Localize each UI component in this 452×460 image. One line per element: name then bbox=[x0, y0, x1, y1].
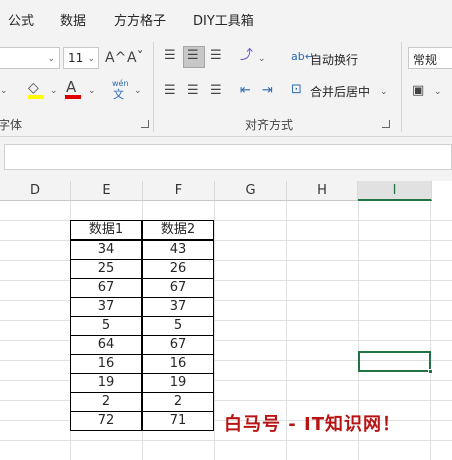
table-cell[interactable]: 67 bbox=[142, 335, 214, 355]
chevron-down-icon[interactable]: ⌄ bbox=[0, 86, 8, 96]
fill-color-icon[interactable]: ◇ bbox=[28, 80, 39, 96]
table-cell[interactable]: 19 bbox=[70, 373, 142, 393]
decrease-indent-icon[interactable]: ⇤ bbox=[240, 83, 251, 99]
bottom-align-icon[interactable]: ☰ bbox=[210, 48, 222, 64]
table-cell[interactable]: 72 bbox=[70, 411, 142, 431]
tab-formulas[interactable]: 公式 bbox=[8, 10, 34, 29]
increase-indent-icon[interactable]: ⇥ bbox=[262, 83, 273, 99]
table-cell[interactable]: 2 bbox=[70, 392, 142, 412]
table-cell[interactable]: 26 bbox=[142, 259, 214, 279]
table-cell[interactable]: 43 bbox=[142, 240, 214, 260]
table-cell[interactable]: 37 bbox=[142, 297, 214, 317]
orientation-icon[interactable]: ⤴ bbox=[240, 48, 253, 64]
chevron-down-icon[interactable]: ⌄ bbox=[434, 87, 442, 97]
font-group-label: 字体 bbox=[0, 118, 23, 132]
table-header-cell[interactable]: 数据1 bbox=[70, 220, 142, 240]
number-format-box[interactable]: 常规 bbox=[408, 47, 452, 69]
middle-align-icon[interactable]: ☰ bbox=[187, 48, 199, 64]
table-cell[interactable]: 5 bbox=[142, 316, 214, 336]
active-cell-selection[interactable] bbox=[358, 351, 431, 372]
center-align-icon[interactable]: ☰ bbox=[187, 83, 199, 99]
wrap-text-button[interactable]: 自动换行 bbox=[310, 51, 358, 68]
left-align-icon[interactable]: ☰ bbox=[164, 83, 176, 99]
formula-bar-input[interactable] bbox=[4, 144, 452, 170]
table-cell[interactable]: 67 bbox=[70, 278, 142, 298]
watermark-text: 白马号 - IT知识网！ bbox=[224, 414, 401, 435]
table-cell[interactable]: 71 bbox=[142, 411, 214, 431]
column-header-i[interactable]: I bbox=[358, 181, 432, 201]
tab-fangfang[interactable]: 方方格子 bbox=[114, 10, 166, 29]
merge-center-icon[interactable]: ⊡ bbox=[291, 82, 302, 98]
excel-window: 公式 数据 方方格子 DIY工具箱 ⌄ 11 ⌄ A^ Aˇ ⌄ ◇ ⌄ A ⌄… bbox=[0, 0, 452, 460]
fill-color-swatch bbox=[28, 95, 44, 99]
fill-handle[interactable] bbox=[428, 369, 433, 374]
chevron-down-icon: ⌄ bbox=[87, 54, 95, 64]
table-cell[interactable]: 2 bbox=[142, 392, 214, 412]
table-cell[interactable]: 25 bbox=[70, 259, 142, 279]
chevron-down-icon: ⌄ bbox=[47, 54, 55, 64]
font-color-swatch bbox=[65, 95, 81, 99]
table-cell[interactable]: 19 bbox=[142, 373, 214, 393]
grow-font-icon[interactable]: A^ bbox=[105, 50, 126, 66]
font-size-value: 11 bbox=[68, 51, 84, 65]
currency-format-icon[interactable]: ▣ bbox=[412, 83, 424, 99]
font-name-box[interactable]: ⌄ bbox=[0, 47, 60, 69]
tab-diy-toolbox[interactable]: DIY工具箱 bbox=[193, 10, 254, 29]
table-cell[interactable]: 16 bbox=[70, 354, 142, 374]
chevron-down-icon[interactable]: ⌄ bbox=[258, 54, 266, 64]
ribbon: ⌄ 11 ⌄ A^ Aˇ ⌄ ◇ ⌄ A ⌄ wén 文 ⌄ 字体 ☰ ☰ ☰ … bbox=[0, 36, 452, 136]
number-format-value: 常规 bbox=[413, 53, 438, 67]
chevron-down-icon[interactable]: ⌄ bbox=[88, 86, 96, 96]
phonetic-bottom[interactable]: 文 bbox=[113, 87, 124, 103]
group-divider bbox=[401, 42, 402, 132]
table-cell[interactable]: 16 bbox=[142, 354, 214, 374]
column-header-d[interactable]: D bbox=[0, 181, 71, 201]
table-cell[interactable]: 37 bbox=[70, 297, 142, 317]
formula-bar-area bbox=[0, 137, 452, 181]
table-cell[interactable]: 64 bbox=[70, 335, 142, 355]
alignment-group-label: 对齐方式 bbox=[245, 118, 294, 132]
column-header-e[interactable]: E bbox=[71, 181, 143, 201]
alignment-launcher-icon[interactable] bbox=[382, 120, 390, 128]
column-header-g[interactable]: G bbox=[215, 181, 287, 201]
table-cell[interactable]: 67 bbox=[142, 278, 214, 298]
table-header-cell[interactable]: 数据2 bbox=[142, 220, 214, 240]
top-align-icon[interactable]: ☰ bbox=[164, 48, 176, 64]
font-launcher-icon[interactable] bbox=[141, 120, 149, 128]
table-cell[interactable]: 5 bbox=[70, 316, 142, 336]
font-color-icon[interactable]: A bbox=[66, 79, 76, 95]
font-size-box[interactable]: 11 ⌄ bbox=[63, 47, 99, 69]
chevron-down-icon[interactable]: ⌄ bbox=[134, 86, 142, 96]
ribbon-tabs: 公式 数据 方方格子 DIY工具箱 bbox=[0, 0, 452, 36]
tab-data[interactable]: 数据 bbox=[60, 10, 86, 29]
merge-center-button[interactable]: 合并后居中 bbox=[310, 83, 370, 100]
shrink-font-icon[interactable]: Aˇ bbox=[127, 50, 144, 66]
chevron-down-icon[interactable]: ⌄ bbox=[50, 86, 58, 96]
table-cell[interactable]: 34 bbox=[70, 240, 142, 260]
right-align-icon[interactable]: ☰ bbox=[210, 83, 222, 99]
group-divider bbox=[153, 42, 154, 132]
column-header-f[interactable]: F bbox=[143, 181, 215, 201]
column-header-h[interactable]: H bbox=[287, 181, 358, 201]
chevron-down-icon[interactable]: ⌄ bbox=[380, 87, 388, 97]
